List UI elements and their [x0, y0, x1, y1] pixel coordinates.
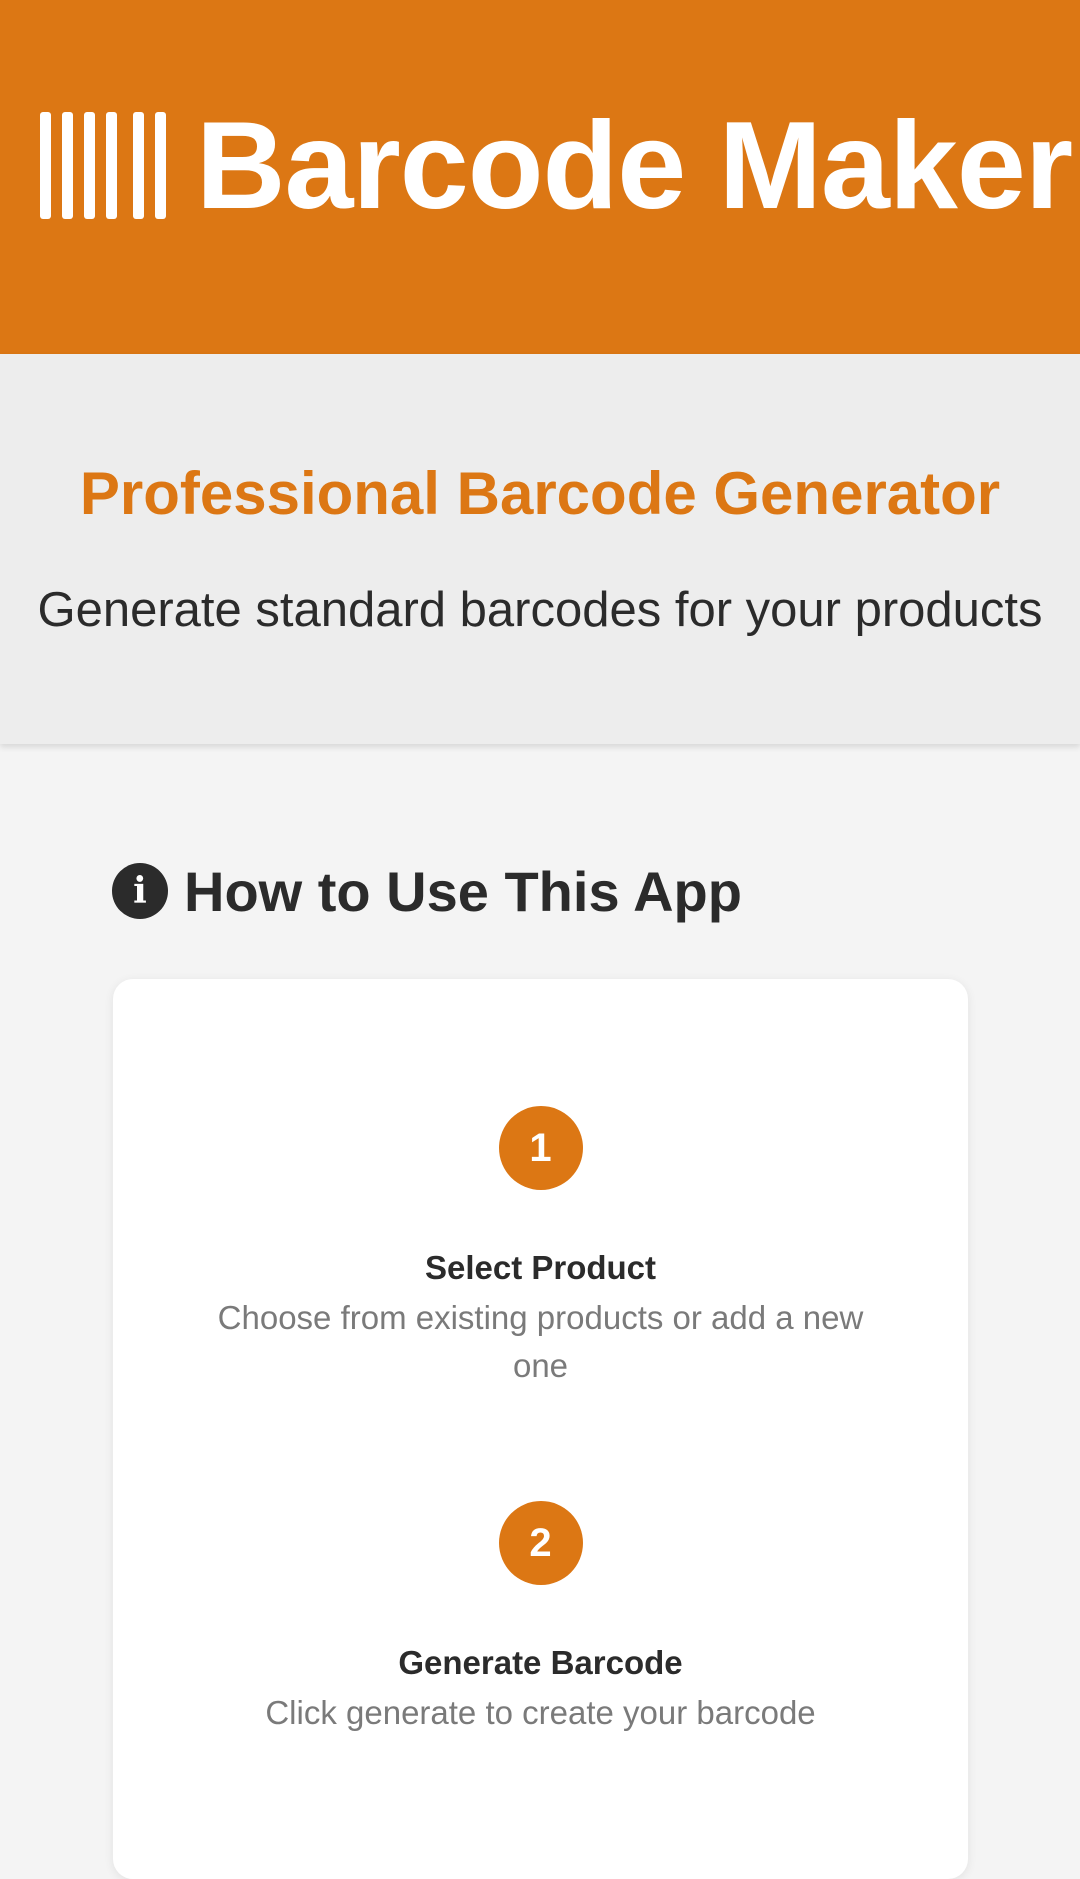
step-description: Click generate to create your barcode	[265, 1694, 816, 1731]
how-to-heading-text: How to Use This App	[184, 859, 742, 923]
app-title: Barcode Maker	[196, 97, 1073, 235]
app-header: Barcode Maker	[0, 0, 1080, 354]
step-2: 2 Generate Barcode Click generate to cre…	[113, 1501, 968, 1737]
how-to-heading: i How to Use This App	[112, 855, 742, 927]
hero-title: Professional Barcode Generator	[79, 460, 1001, 527]
step-1: 1 Select Product Choose from existing pr…	[113, 1106, 968, 1390]
steps-card: 1 Select Product Choose from existing pr…	[113, 979, 968, 1879]
step-title: Generate Barcode	[398, 1644, 683, 1681]
barcode-icon	[40, 112, 166, 219]
step-number-badge: 1	[498, 1106, 583, 1190]
step-title: Select Product	[424, 1249, 657, 1286]
info-icon: i	[112, 863, 168, 919]
hero-subtitle: Generate standard barcodes for your prod…	[37, 583, 1043, 637]
step-number-badge: 2	[498, 1501, 583, 1585]
step-description: Choose from existing products or add a n…	[217, 1299, 864, 1384]
hero-banner	[0, 354, 1080, 744]
